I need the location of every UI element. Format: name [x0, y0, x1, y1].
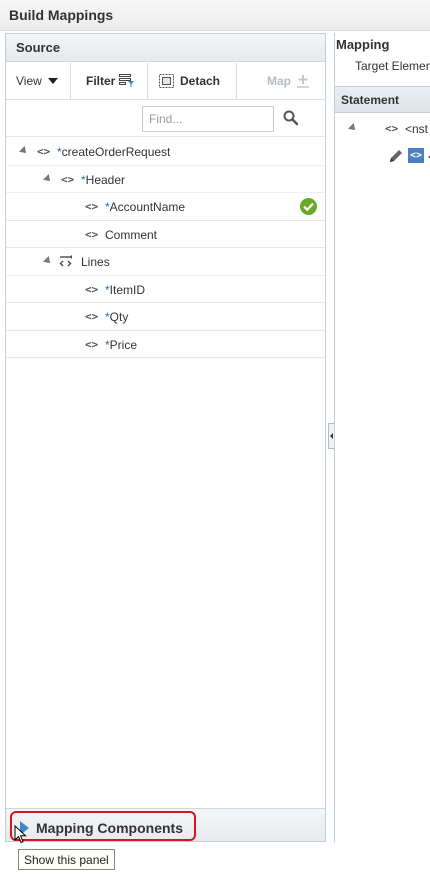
mouse-pointer-icon	[14, 824, 28, 848]
filter-label: Filter	[86, 74, 116, 88]
tree-node-ItemID[interactable]: <> *ItemID	[6, 276, 325, 303]
mapping-components-label: Mapping Components	[36, 820, 183, 836]
mapped-check-icon	[300, 198, 317, 215]
find-input[interactable]	[142, 106, 274, 132]
expand-icon[interactable]	[43, 256, 53, 266]
title-bar: Build Mappings	[0, 0, 430, 31]
tree-node-label: *Price	[105, 337, 138, 352]
map-add-icon	[296, 74, 310, 88]
repeating-element-icon	[59, 254, 75, 269]
statement-row[interactable]: <> <	[335, 143, 430, 170]
toolbar-divider	[236, 63, 237, 99]
tree-node-label: *AccountName	[105, 200, 186, 214]
statement-header-label: Statement	[341, 93, 400, 107]
source-panel: Source View Filter Detach Map Find... <>…	[5, 33, 326, 842]
toolbar-divider	[147, 63, 148, 99]
element-icon: <>	[85, 200, 99, 213]
detach-icon	[159, 74, 174, 88]
detach-button[interactable]: Detach	[159, 63, 220, 99]
tree-node-Comment[interactable]: <> Comment	[6, 221, 325, 248]
tree-node-Price[interactable]: <> *Price	[6, 331, 325, 358]
element-icon: <>	[385, 122, 399, 135]
statement-column-header: Statement	[335, 86, 430, 113]
selected-element-icon: <>	[408, 148, 424, 163]
tree-node-label: *ItemID	[105, 282, 146, 297]
edit-pencil-icon[interactable]	[388, 148, 404, 164]
mapping-panel: Mapping Target Elemen Statement <> <nst …	[334, 33, 430, 842]
tree-node-label: Lines	[81, 255, 110, 269]
window-title: Build Mappings	[9, 7, 114, 23]
mapping-components-toggle[interactable]: Mapping Components	[10, 811, 196, 841]
detach-label: Detach	[180, 74, 221, 88]
tree-node-createOrderRequest[interactable]: <> *createOrderRequest	[6, 138, 325, 166]
tree-node-label: Comment	[105, 227, 158, 242]
map-button[interactable]: Map	[267, 63, 310, 99]
source-panel-title: Source	[16, 40, 61, 55]
element-icon: <>	[85, 227, 99, 241]
source-panel-header: Source	[6, 34, 325, 62]
chevron-down-icon	[47, 78, 58, 84]
tree-node-label: *createOrderRequest	[57, 145, 171, 159]
tree-node-label: *Qty	[105, 310, 129, 324]
filter-button[interactable]: Filter	[86, 63, 135, 99]
filter-icon	[119, 74, 135, 88]
tree-node-AccountName[interactable]: <> *AccountName	[6, 193, 325, 221]
toolbar-divider	[70, 63, 71, 99]
search-icon[interactable]	[282, 109, 300, 127]
map-label: Map	[267, 74, 291, 88]
statement-node-label: <nst	[405, 122, 429, 136]
view-menu-label: View	[16, 74, 42, 88]
panel-splitter[interactable]	[327, 33, 335, 842]
view-menu-button[interactable]: View	[16, 63, 58, 99]
element-icon: <>	[85, 337, 99, 351]
search-row	[6, 101, 325, 137]
expand-icon[interactable]	[43, 173, 53, 184]
expand-icon[interactable]	[19, 146, 29, 156]
element-icon: <>	[37, 145, 51, 158]
statement-row[interactable]: <> <nst	[335, 115, 430, 142]
element-icon: <>	[85, 282, 99, 296]
target-element-label: Target Elemen	[355, 59, 430, 73]
element-icon: <>	[85, 310, 99, 323]
expand-icon[interactable]	[348, 123, 358, 133]
tree-node-label: *Header	[81, 172, 126, 187]
tree-node-Lines[interactable]: Lines	[6, 248, 325, 276]
source-toolbar: View Filter Detach Map	[6, 63, 325, 100]
source-tree: <> *createOrderRequest <> *Header <> *Ac…	[6, 138, 325, 358]
mapping-components-bar: Mapping Components	[6, 808, 325, 841]
tree-node-Qty[interactable]: <> *Qty	[6, 303, 325, 331]
element-icon: <>	[61, 172, 75, 186]
mapping-panel-title: Mapping	[336, 37, 390, 52]
tooltip: Show this panel	[18, 849, 115, 870]
tree-node-Header[interactable]: <> *Header	[6, 166, 325, 193]
